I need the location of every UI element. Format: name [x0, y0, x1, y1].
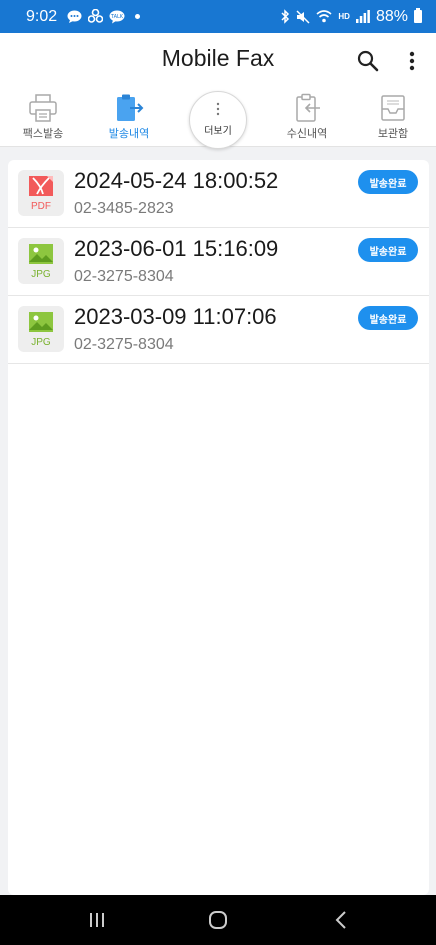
tab-label: 보관함	[377, 127, 409, 140]
status-bar: 9:02 TALK HD 88%	[0, 0, 436, 33]
fax-history-row[interactable]: JPG 2023-03-09 11:07:06 02-3275-8304 발송완…	[8, 296, 429, 364]
fax-datetime: 2023-03-09 11:07:06	[74, 304, 277, 329]
status-badge: 발송완료	[358, 238, 418, 262]
recent-apps-icon[interactable]	[86, 910, 108, 930]
fax-number: 02-3275-8304	[74, 268, 174, 285]
svg-text:TALK: TALK	[110, 14, 124, 20]
clipboard-send-icon	[113, 93, 145, 123]
battery-percent: 88%	[375, 7, 408, 25]
image-icon	[29, 244, 53, 264]
tab-storage[interactable]: 보관함	[350, 89, 436, 147]
pinwheel-icon	[88, 9, 104, 24]
image-icon	[29, 312, 53, 332]
hd-icon: HD	[338, 12, 350, 21]
file-type-label: PDF	[31, 201, 51, 212]
tab-send-history[interactable]: 발송내역	[86, 89, 172, 147]
overflow-menu-icon[interactable]	[402, 49, 422, 73]
system-nav-bar	[0, 895, 436, 945]
signal-icon	[355, 10, 370, 23]
hd-label: HD	[338, 12, 350, 21]
tab-fax-send[interactable]: 팩스발송	[0, 89, 86, 147]
fax-datetime: 2024-05-24 18:00:52	[74, 168, 279, 193]
tab-more[interactable]: 더보기	[189, 91, 247, 149]
status-bar-right: HD 88%	[280, 8, 422, 26]
search-icon[interactable]	[356, 49, 380, 73]
fax-number: 02-3485-2823	[74, 200, 174, 217]
tab-receive-history[interactable]: 수신내역	[264, 89, 350, 147]
tab-label: 수신내역	[286, 127, 328, 140]
more-vertical-icon	[216, 102, 220, 118]
status-bar-left: 9:02 TALK	[26, 7, 141, 26]
fax-history-row[interactable]: PDF 2024-05-24 18:00:52 02-3485-2823 발송완…	[8, 160, 429, 228]
jpg-file-thumbnail: JPG	[18, 306, 64, 352]
status-badge: 발송완료	[358, 306, 418, 330]
tab-label: 발송내역	[108, 127, 150, 140]
status-badge: 발송완료	[358, 170, 418, 194]
clipboard-receive-icon	[291, 93, 323, 123]
jpg-file-thumbnail: JPG	[18, 238, 64, 284]
fax-number: 02-3275-8304	[74, 336, 174, 353]
tab-label: 더보기	[204, 126, 232, 137]
fax-datetime: 2023-06-01 15:16:09	[74, 236, 279, 261]
inbox-tray-icon	[377, 93, 409, 123]
talk-icon: TALK	[109, 10, 125, 24]
chat-icon	[67, 10, 82, 24]
app-bar: Mobile Fax	[0, 33, 436, 89]
file-type-label: JPG	[31, 337, 51, 348]
fax-history-list: PDF 2024-05-24 18:00:52 02-3485-2823 발송완…	[8, 160, 429, 895]
wifi-icon	[316, 10, 332, 23]
file-type-label: JPG	[31, 269, 51, 280]
home-icon[interactable]	[207, 910, 229, 930]
battery-icon	[414, 8, 422, 23]
mute-icon	[296, 9, 310, 24]
pdf-icon	[29, 176, 53, 196]
bluetooth-icon	[280, 9, 290, 24]
tab-label: 팩스발송	[22, 127, 64, 140]
printer-icon	[27, 93, 59, 123]
back-icon[interactable]	[330, 910, 352, 930]
status-time: 9:02	[26, 7, 58, 25]
notification-dot	[135, 14, 141, 19]
pdf-file-thumbnail: PDF	[18, 170, 64, 216]
fax-history-row[interactable]: JPG 2023-06-01 15:16:09 02-3275-8304 발송완…	[8, 228, 429, 296]
